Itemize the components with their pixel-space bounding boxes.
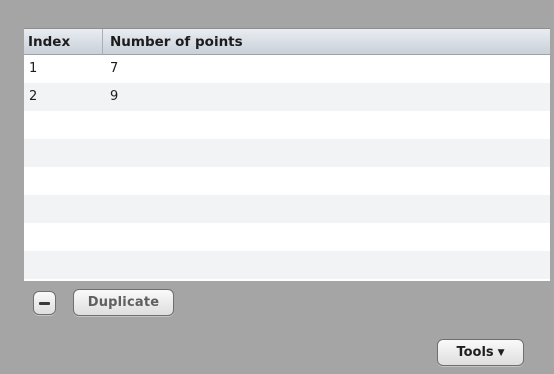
duplicate-button[interactable]: Duplicate <box>73 289 174 316</box>
cell-number-of-points <box>103 167 550 195</box>
table-row <box>24 167 550 195</box>
cell-index: 1 <box>29 61 38 76</box>
tools-label: Tools <box>456 345 494 360</box>
table-row <box>24 195 550 223</box>
table-row <box>24 251 550 279</box>
table-row[interactable]: 1 7 <box>24 55 550 83</box>
cell-index <box>24 167 103 195</box>
cell-number-of-points: 7 <box>110 61 119 76</box>
column-header-number-of-points[interactable]: Number of points <box>103 29 550 55</box>
points-table[interactable]: Index Number of points 1 7 2 9 <box>24 28 550 281</box>
table-row[interactable]: 2 9 <box>24 83 550 111</box>
table-body: 1 7 2 9 <box>24 55 550 279</box>
table-row <box>24 139 550 167</box>
cell-index <box>24 195 103 223</box>
cell-number-of-points <box>103 139 550 167</box>
table-row <box>24 111 550 139</box>
cell-number-of-points <box>103 111 550 139</box>
cell-number-of-points <box>103 223 550 251</box>
table-header: Index Number of points <box>24 29 550 55</box>
cell-index <box>24 223 103 251</box>
table-row <box>24 223 550 251</box>
cell-index <box>24 139 103 167</box>
tools-menu-button[interactable]: Tools ▼ <box>437 339 524 366</box>
cell-index <box>24 251 103 279</box>
cell-index <box>24 111 103 139</box>
column-header-index[interactable]: Index <box>24 29 103 55</box>
chevron-down-icon: ▼ <box>497 348 505 358</box>
cell-index: 2 <box>29 89 38 104</box>
cell-number-of-points <box>103 251 550 279</box>
remove-button[interactable] <box>33 291 56 315</box>
cell-number-of-points <box>103 195 550 223</box>
cell-number-of-points: 9 <box>110 89 119 104</box>
minus-icon <box>39 302 50 305</box>
